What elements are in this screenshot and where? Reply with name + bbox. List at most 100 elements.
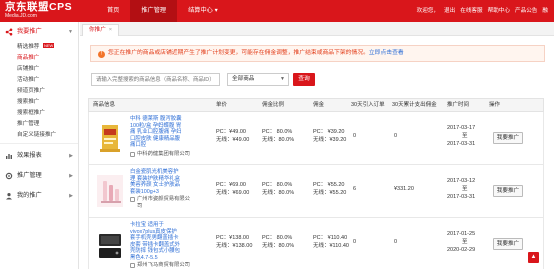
promo-end: 2017-03-31 <box>447 141 476 147</box>
chevron-down-icon: ▼ <box>280 76 285 82</box>
welcome-text: 欢迎您， <box>416 8 440 14</box>
shop-icon <box>130 197 135 202</box>
shop-name[interactable]: 中科药健集团有限公司 <box>130 151 192 158</box>
commission-pc: PC： ¥110.40 <box>313 235 348 241</box>
sidebar-group-my-account[interactable]: 我的推广 ▶ <box>0 186 78 206</box>
rate-wireless: 无线：80.0% <box>262 190 295 196</box>
product-thumbnail[interactable] <box>97 122 123 154</box>
commission-wireless: 无线：¥39.20 <box>313 137 347 143</box>
commission-wireless: 无线：¥110.40 <box>313 243 349 249</box>
close-icon[interactable]: × <box>109 27 112 33</box>
shop-name[interactable]: 郑州飞马商贸有限公司 <box>130 262 192 269</box>
category-select-value: 全部商品 <box>232 76 255 82</box>
paid-30d: 0 <box>394 133 398 139</box>
product-name-link[interactable]: 白金瓷肌光机美容护理 套装护肤精华礼盒 美容养颜 女士护肤品套装100g+3 <box>130 169 182 195</box>
sidebar: 我要推广 ▼ 精选推荐 NEW 商品推广 店铺推广 活动推广 频道页推广 搜索推… <box>0 22 79 269</box>
promote-button[interactable]: 我要推广 <box>493 132 523 144</box>
search-input[interactable] <box>91 73 220 86</box>
new-badge: NEW <box>42 43 55 48</box>
promo-separator: 至 <box>462 186 468 192</box>
sidebar-item-product-promotion[interactable]: 商品推广 <box>0 53 78 64</box>
sidebar-item-custom-link[interactable]: 自定义链接推广 <box>0 130 78 141</box>
price-wireless: 无线：¥69.00 <box>216 190 250 196</box>
sidebar-item-activity-promotion[interactable]: 活动推广 <box>0 75 78 86</box>
shop-icon <box>130 152 135 157</box>
tab-bar: 你推广 × <box>80 22 554 36</box>
orders-30d: 0 <box>353 133 357 139</box>
product-table: 商品信息 单价 佣金比例 佣金 30天引入订单 30天累计支出佣金 推广时间 操… <box>88 98 544 269</box>
col-product-info: 商品信息 <box>93 102 116 108</box>
orders-30d: 6 <box>353 186 357 192</box>
col-orders-30d: 30天引入订单 <box>351 102 385 108</box>
back-to-top-button[interactable]: ▲ <box>528 252 539 263</box>
help-center-link[interactable]: 帮助中心 <box>488 0 510 22</box>
logo-title: 京东联盟CPS <box>5 1 73 13</box>
product-name-link[interactable]: 卡拉宝 适用于vivox7plus真皮保护套手机壳男翻盖插卡皮套 带插卡翻盖式外… <box>130 222 182 261</box>
notice-link[interactable]: 立即点击查看 <box>369 50 404 56</box>
price-pc: PC：¥69.00 <box>216 182 246 188</box>
sidebar-item-searchbox-promotion[interactable]: 搜索框推广 <box>0 108 78 119</box>
chevron-right-icon: ▶ <box>69 193 73 199</box>
shop-name[interactable]: 广州市姿颜贸易有限公司 <box>130 196 192 209</box>
gear-icon <box>5 172 13 180</box>
col-commission: 佣金 <box>313 102 325 108</box>
user-icon <box>5 192 13 200</box>
main-content: 你推广 × ! 您正在推广的商品或店铺近期产生了推广计划变更，可能存在佣金调整，推广… <box>80 22 554 269</box>
rate-wireless: 无线：80.0% <box>262 137 295 143</box>
nav-home[interactable]: 首页 <box>96 0 130 22</box>
sidebar-item-channel-promotion[interactable]: 频道页推广 <box>0 86 78 97</box>
rate-pc: PC： 80.0% <box>262 235 293 241</box>
announcements-link[interactable]: 产品公告 <box>515 0 537 22</box>
product-thumbnail[interactable] <box>97 229 123 261</box>
logo-subtitle: Media.JD.com <box>5 13 37 19</box>
more-link[interactable]: 融 <box>542 0 548 22</box>
col-price: 单价 <box>216 102 228 108</box>
chevron-right-icon: ▶ <box>69 173 73 179</box>
promo-separator: 至 <box>462 133 468 139</box>
price-wireless: 无线：¥49.00 <box>216 137 250 143</box>
logout-link[interactable]: 退出 <box>444 0 455 22</box>
table-header: 商品信息 单价 佣金比例 佣金 30天引入订单 30天累计支出佣金 推广时间 操… <box>88 98 544 112</box>
tab-current[interactable]: 你推广 × <box>82 24 120 36</box>
promo-start: 2017-01-25 <box>447 231 476 237</box>
top-right-links: 欢迎您， 退出 在线客服 帮助中心 产品公告 融 <box>417 0 548 22</box>
nav-promotion-management[interactable]: 推广管理 <box>130 0 178 22</box>
sidebar-item-search-promotion[interactable]: 搜索推广 <box>0 97 78 108</box>
col-action: 操作 <box>489 102 501 108</box>
search-button[interactable]: 查询 <box>293 73 315 86</box>
sidebar-group-label: 效果报表 <box>17 152 42 159</box>
paid-30d: ¥331.20 <box>394 186 414 192</box>
rate-pc: PC： 80.0% <box>262 129 293 135</box>
logo[interactable]: 京东联盟CPS Media.JD.com <box>5 2 75 20</box>
sidebar-group-label: 我的推广 <box>17 192 42 199</box>
commission-pc: PC： ¥55.20 <box>313 182 345 188</box>
tab-label: 你推广 <box>89 27 106 33</box>
shop-icon <box>130 263 135 268</box>
sidebar-group-my-promotion[interactable]: 我要推广 ▼ <box>0 22 78 42</box>
sidebar-group-promotion-management[interactable]: 推广管理 ▶ <box>0 166 78 186</box>
top-nav: 首页 推广管理 结算中心 ▾ <box>96 0 229 22</box>
sidebar-item-featured[interactable]: 精选推荐 NEW <box>0 42 78 53</box>
chevron-right-icon: ▶ <box>69 153 73 159</box>
commission-pc: PC： ¥39.20 <box>313 129 345 135</box>
promo-start: 2017-03-17 <box>447 125 476 131</box>
sidebar-group-reports[interactable]: 效果报表 ▶ <box>0 146 78 166</box>
promote-button[interactable]: 我要推广 <box>493 238 523 250</box>
chevron-up-icon: ▲ <box>530 254 537 260</box>
promo-start: 2017-03-12 <box>447 178 476 184</box>
table-row: 白金瓷肌光机美容护理 套装护肤精华礼盒 美容养颜 女士护肤品套装100g+3 广… <box>88 165 544 218</box>
product-thumbnail[interactable] <box>97 175 123 207</box>
product-name-link[interactable]: 中科 德莱斯 腹泻胶囊100粒/盒 孕妈蝶腹 胃痛 乳业口腔腹痛 孕妇口腔皮肤 … <box>130 116 182 149</box>
notice-banner: ! 您正在推广的商品或店铺近期产生了推广计划变更，可能存在佣金调整，推广结束或商品… <box>90 45 545 62</box>
rate-pc: PC： 80.0% <box>262 182 293 188</box>
nav-settlement-center[interactable]: 结算中心 ▾ <box>177 0 229 22</box>
online-service-link[interactable]: 在线客服 <box>460 0 482 22</box>
sidebar-item-shop-promotion[interactable]: 店铺推广 <box>0 64 78 75</box>
sidebar-item-promotion-management[interactable]: 推广管理 <box>0 119 78 130</box>
top-bar: 京东联盟CPS Media.JD.com 首页 推广管理 结算中心 ▾ 欢迎您，… <box>0 0 554 22</box>
col-paid-30d: 30天累计支出佣金 <box>392 102 437 108</box>
promote-button[interactable]: 我要推广 <box>493 185 523 197</box>
category-select[interactable]: 全部商品 ▼ <box>227 73 289 86</box>
sidebar-group-label: 我要推广 <box>17 28 42 35</box>
chart-icon <box>5 152 13 160</box>
